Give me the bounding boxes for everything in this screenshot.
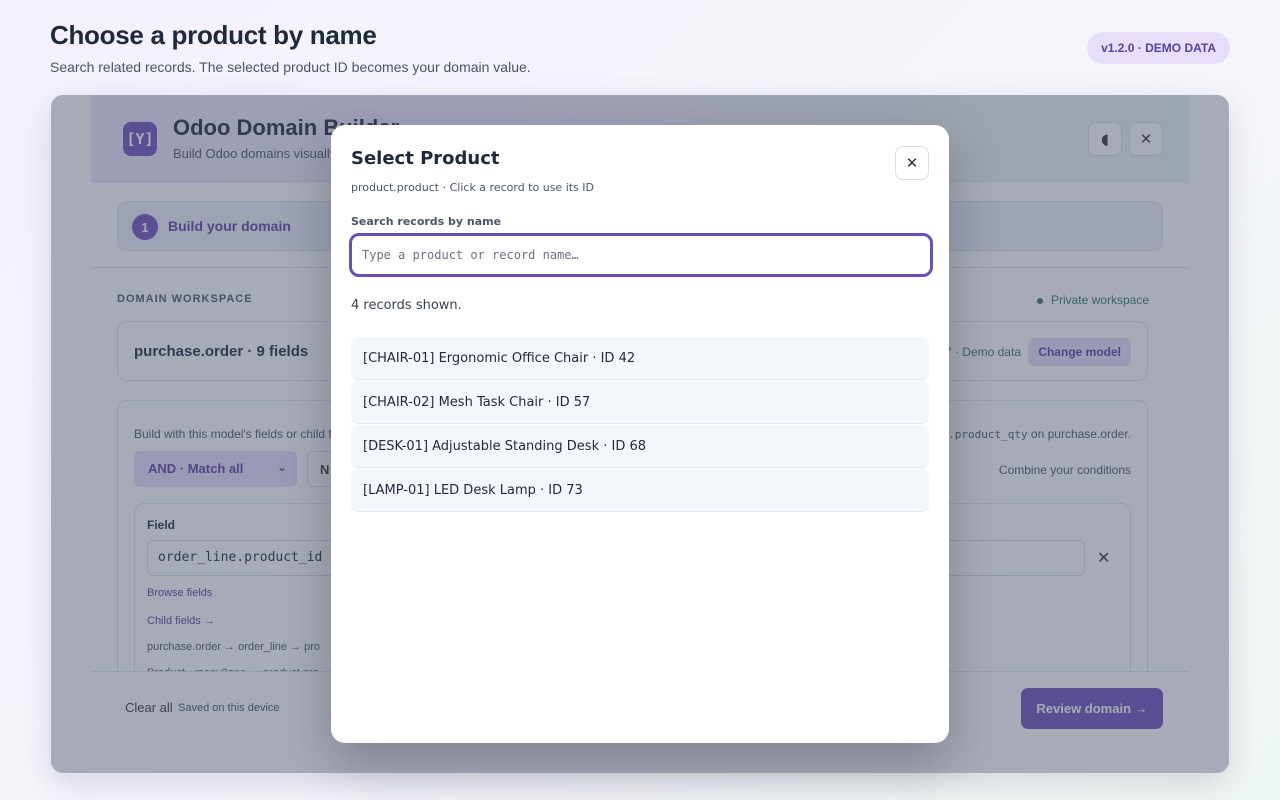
- record-count: 4 records shown.: [351, 298, 462, 313]
- record-item[interactable]: [LAMP-01] LED Desk Lamp · ID 73: [351, 469, 929, 512]
- record-list: [CHAIR-01] Ergonomic Office Chair · ID 4…: [351, 337, 929, 513]
- dialog-title: Select Product: [351, 148, 500, 169]
- close-icon[interactable]: ✕: [895, 146, 929, 180]
- record-item[interactable]: [CHAIR-02] Mesh Task Chair · ID 57: [351, 381, 929, 424]
- record-item[interactable]: [CHAIR-01] Ergonomic Office Chair · ID 4…: [351, 337, 929, 380]
- page-title: Choose a product by name: [50, 20, 377, 50]
- page-subtitle: Search related records. The selected pro…: [50, 59, 531, 75]
- search-label: Search records by name: [351, 215, 502, 228]
- record-item[interactable]: [DESK-01] Adjustable Standing Desk · ID …: [351, 425, 929, 468]
- dialog-subtitle: product.product · Click a record to use …: [351, 181, 594, 194]
- search-input[interactable]: [349, 233, 933, 277]
- select-product-dialog: Select Product product.product · Click a…: [331, 125, 949, 743]
- version-badge: v1.2.0 · DEMO DATA: [1087, 32, 1230, 64]
- page-header: Choose a product by name Search related …: [50, 20, 1230, 80]
